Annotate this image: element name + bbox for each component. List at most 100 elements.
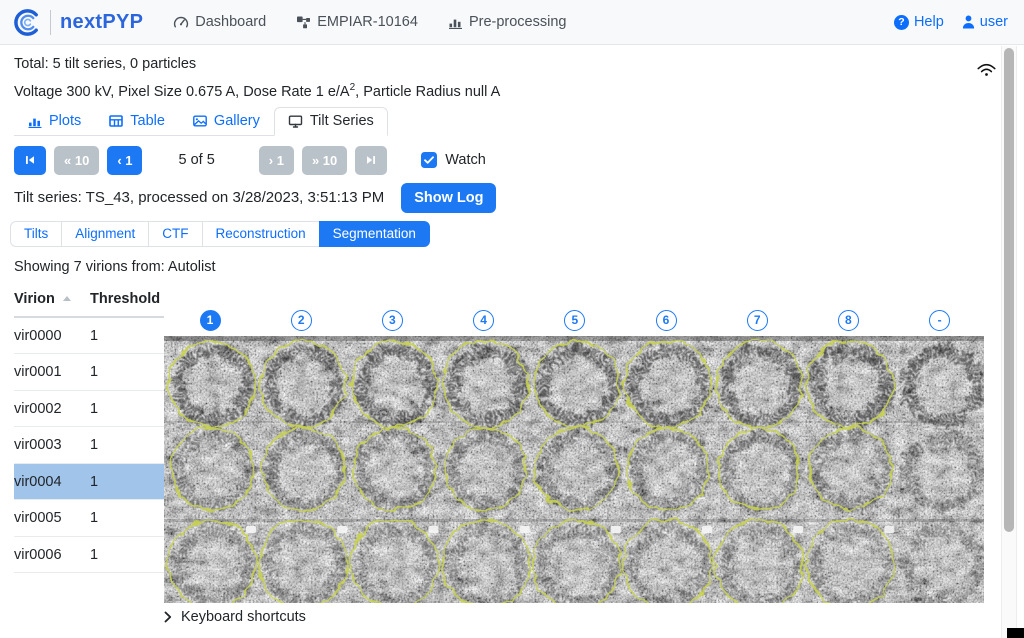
table-row[interactable]: vir00061 (14, 537, 164, 574)
stage-tab-reconstruction[interactable]: Reconstruction (202, 221, 320, 247)
main-content: Total: 5 tilt series, 0 particles Voltag… (0, 55, 1024, 625)
keyboard-shortcuts-toggle[interactable]: Keyboard shortcuts (164, 609, 1024, 625)
table-row[interactable]: vir00001 (14, 318, 164, 355)
page-scrollbar-track[interactable] (1001, 46, 1017, 638)
virions-caption: Showing 7 virions from: Autolist (14, 258, 1024, 276)
threshold-circle-5[interactable]: 5 (564, 310, 585, 331)
threshold-circle-1[interactable]: 1 (200, 310, 221, 331)
watch-toggle[interactable]: Watch (421, 152, 486, 168)
threshold-column-header[interactable]: Threshold (90, 291, 160, 307)
tab-label: Gallery (214, 113, 260, 129)
stage-tab-tilts[interactable]: Tilts (10, 221, 62, 247)
tab-label: Plots (49, 113, 81, 129)
user-label: user (980, 14, 1008, 30)
table-row[interactable]: vir00041 (14, 464, 164, 501)
virion-id-cell: vir0005 (14, 510, 90, 526)
show-log-button[interactable]: Show Log (401, 183, 496, 213)
back-10-button[interactable]: « 10 (54, 146, 99, 175)
virion-rows: vir00001vir00011vir00021vir00031vir00041… (14, 318, 164, 574)
gallery-icon (193, 114, 207, 128)
tomogram-panel: 1 2 3 4 5 6 7 8 - Keyboard shortcuts (164, 288, 1024, 625)
tab-gallery[interactable]: Gallery (179, 107, 274, 136)
series-info: Tilt series: TS_43, processed on 3/28/20… (14, 189, 384, 206)
virion-column-header[interactable]: Virion (14, 291, 90, 307)
parameters-summary: Voltage 300 kV, Pixel Size 0.675 A, Dose… (14, 79, 1024, 101)
tab-label: Table (130, 113, 165, 129)
nav-item-dashboard[interactable]: Dashboard (173, 14, 266, 30)
tab-plots[interactable]: Plots (14, 107, 95, 136)
last-page-button[interactable] (355, 146, 387, 175)
stage-tab-alignment[interactable]: Alignment (61, 221, 149, 247)
virion-id-cell: vir0004 (14, 474, 90, 490)
skip-to-first-icon (24, 154, 36, 166)
bar-chart-icon (448, 15, 463, 29)
stage-tab-ctf[interactable]: CTF (148, 221, 202, 247)
parameters-text: Voltage 300 kV, Pixel Size 0.675 A, Dose… (14, 84, 350, 100)
segmentation-content: Virion Threshold vir00001vir00011vir0002… (14, 288, 1024, 625)
wifi-signal-icon (977, 61, 996, 77)
virion-id-cell: vir0002 (14, 401, 90, 417)
nav-item-preprocessing[interactable]: Pre-processing (448, 14, 567, 30)
threshold-selector-row: 1 2 3 4 5 6 7 8 - (164, 310, 1024, 331)
skip-to-last-icon (365, 154, 377, 166)
page-position: 5 of 5 (178, 152, 214, 168)
threshold-circle-3[interactable]: 3 (382, 310, 403, 331)
user-icon (962, 15, 975, 29)
threshold-cell: 1 (90, 547, 98, 563)
first-page-button[interactable] (14, 146, 46, 175)
forward-10-button[interactable]: » 10 (302, 146, 347, 175)
threshold-cell: 1 (90, 437, 98, 453)
virion-header-label: Virion (14, 291, 55, 307)
stage-tabs: Tilts Alignment CTF Reconstruction Segme… (10, 221, 430, 247)
totals-summary: Total: 5 tilt series, 0 particles (14, 55, 1024, 73)
watch-checkbox[interactable] (421, 152, 437, 168)
nav-item-label: EMPIAR-10164 (317, 14, 418, 30)
threshold-circle-8[interactable]: 8 (838, 310, 859, 331)
navbar-right: ? Help user (894, 14, 1008, 30)
pagination-bar: « 10 ‹ 1 5 of 5 › 1 » 10 Watch (14, 146, 1024, 175)
series-info-row: Tilt series: TS_43, processed on 3/28/20… (14, 183, 1024, 213)
user-menu[interactable]: user (962, 14, 1008, 30)
virion-id-cell: vir0006 (14, 547, 90, 563)
speedometer-icon (173, 15, 189, 30)
sitemap-icon (296, 16, 311, 29)
virion-id-cell: vir0000 (14, 328, 90, 344)
back-1-button[interactable]: ‹ 1 (107, 146, 142, 175)
threshold-circle-6[interactable]: 6 (656, 310, 677, 331)
page-scrollbar-thumb[interactable] (1004, 48, 1014, 532)
stage-tab-segmentation[interactable]: Segmentation (319, 221, 430, 247)
sort-ascending-icon (63, 296, 71, 301)
plots-icon (28, 114, 42, 128)
table-row[interactable]: vir00021 (14, 391, 164, 428)
brand[interactable]: nextPYP (12, 8, 143, 37)
threshold-circle-7[interactable]: 7 (747, 310, 768, 331)
nav-item-label: Dashboard (195, 14, 266, 30)
virion-table: Virion Threshold vir00001vir00011vir0002… (14, 288, 164, 625)
help-link[interactable]: ? Help (894, 14, 944, 30)
virion-table-header: Virion Threshold (14, 288, 164, 318)
tab-tilt-series[interactable]: Tilt Series (274, 107, 388, 136)
brand-divider (50, 10, 51, 35)
nav-item-label: Pre-processing (469, 14, 567, 30)
help-label: Help (914, 14, 944, 30)
threshold-circle-4[interactable]: 4 (473, 310, 494, 331)
tab-label: Tilt Series (310, 113, 374, 129)
brand-name: nextPYP (60, 11, 143, 34)
help-icon: ? (894, 15, 909, 30)
forward-1-button[interactable]: › 1 (259, 146, 294, 175)
table-row[interactable]: vir00031 (14, 427, 164, 464)
table-row[interactable]: vir00011 (14, 354, 164, 391)
tab-table[interactable]: Table (95, 107, 179, 136)
threshold-circle--[interactable]: - (929, 310, 950, 331)
nav-item-project[interactable]: EMPIAR-10164 (296, 14, 418, 30)
chevron-right-icon (164, 611, 172, 623)
threshold-circle-2[interactable]: 2 (291, 310, 312, 331)
view-tabs: Plots Table Gallery Tilt Series (14, 107, 388, 136)
threshold-cell: 1 (90, 474, 98, 490)
virion-id-cell: vir0001 (14, 364, 90, 380)
table-row[interactable]: vir00051 (14, 500, 164, 537)
table-icon (109, 114, 123, 128)
threshold-cell: 1 (90, 510, 98, 526)
tomogram-virion-grid-image[interactable] (164, 336, 984, 603)
watch-label: Watch (445, 152, 486, 168)
